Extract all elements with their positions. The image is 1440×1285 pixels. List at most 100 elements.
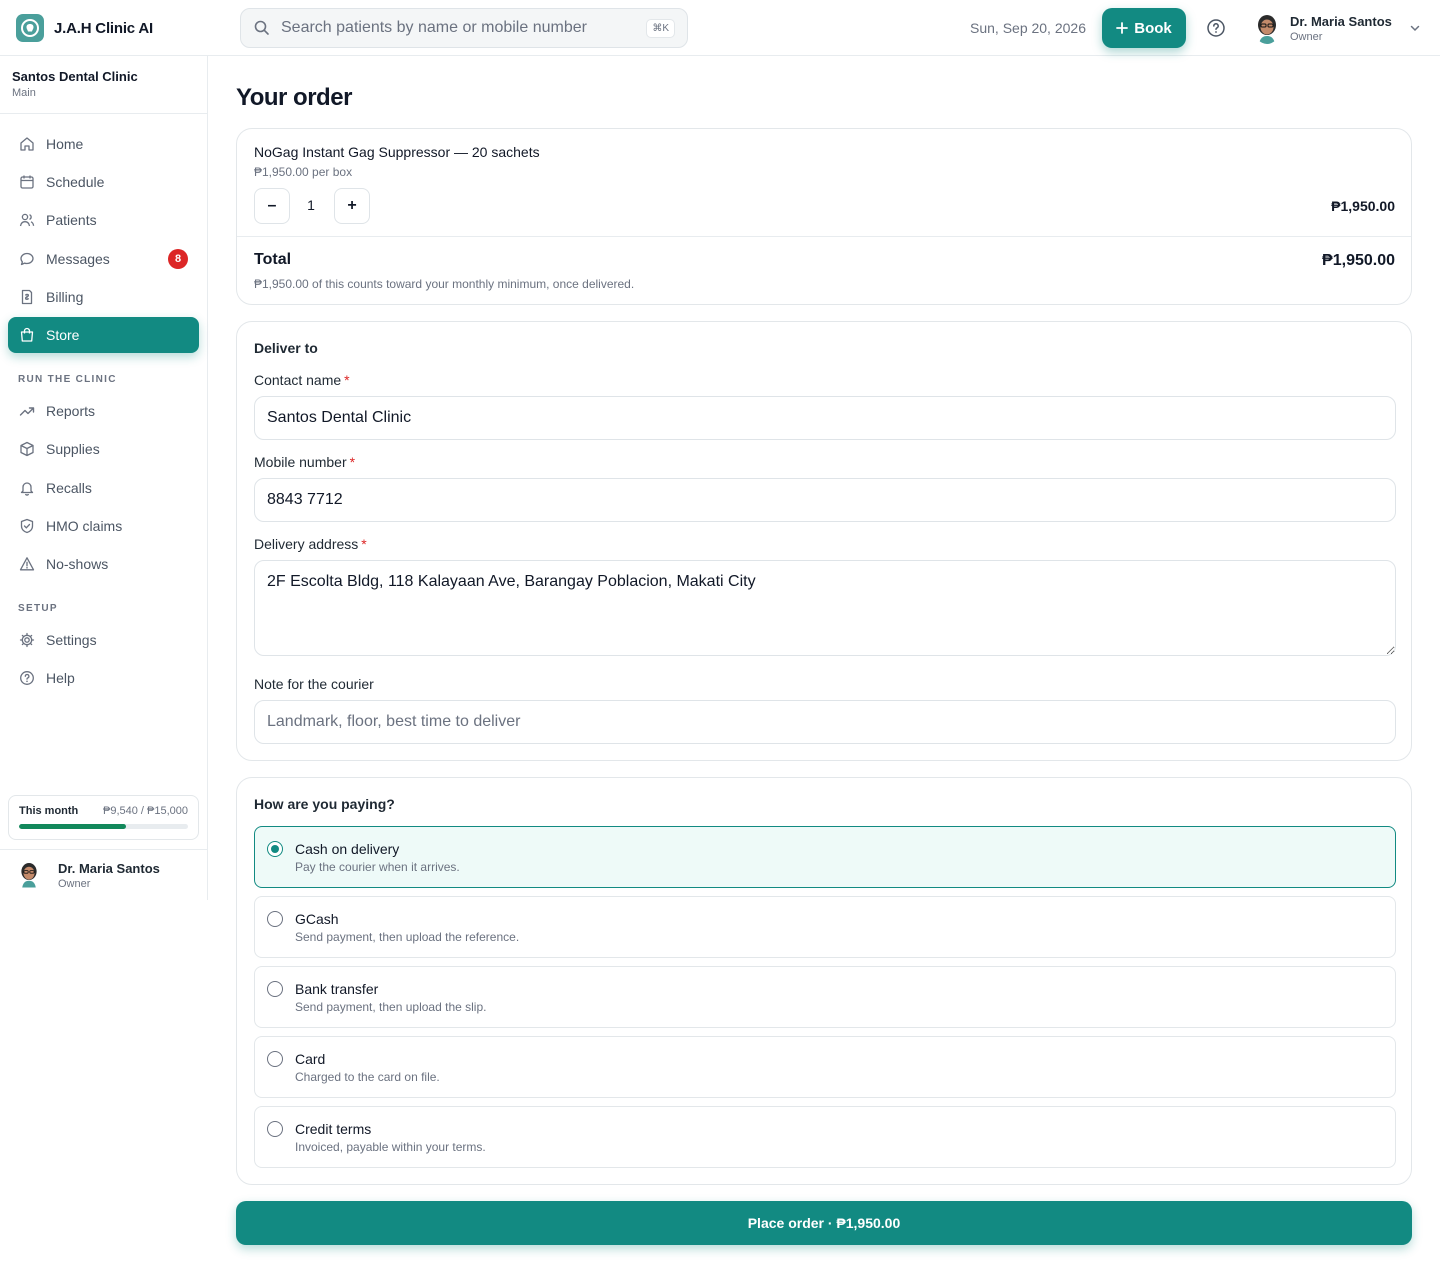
help-circle-icon[interactable] [1206, 18, 1226, 38]
option-description: Pay the courier when it arrives. [295, 860, 460, 874]
divider [237, 236, 1411, 237]
shortcut-hint: ⌘K [646, 18, 675, 38]
radio-button[interactable] [267, 841, 283, 857]
sidebar-item-label: Patients [46, 212, 97, 228]
help-circle-icon [20, 671, 34, 685]
plus-icon [1116, 22, 1129, 34]
sidebar-item-store[interactable]: Store [8, 317, 199, 353]
option-description: Send payment, then upload the slip. [295, 1000, 487, 1014]
shopping-bag-icon [20, 327, 34, 342]
payment-option-bank-transfer[interactable]: Bank transfer Send payment, then upload … [254, 966, 1396, 1028]
sidebar-item-no-shows[interactable]: No-shows [8, 546, 199, 582]
sidebar-item-reports[interactable]: Reports [8, 393, 199, 429]
sidebar-item-hmo-claims[interactable]: HMO claims [8, 508, 199, 544]
radio-button[interactable] [267, 1051, 283, 1067]
sidebar: Santos Dental Clinic Main Home Schedule … [0, 56, 208, 900]
sidebar-item-label: HMO claims [46, 518, 123, 534]
avatar [1254, 12, 1280, 44]
radio-button[interactable] [267, 1121, 283, 1137]
label-text: Contact name [254, 372, 342, 388]
payment-option-cash-on-delivery[interactable]: Cash on delivery Pay the courier when it… [254, 826, 1396, 888]
total-label: Total [254, 251, 292, 268]
monthly-minimum-card: This month ₱9,540 / ₱15,000 [8, 795, 199, 840]
sidebar-item-label: Help [46, 670, 75, 686]
decrease-quantity-button[interactable]: – [254, 188, 290, 224]
sidebar-item-patients[interactable]: Patients [8, 202, 199, 238]
home-icon [20, 137, 34, 151]
section-heading-run: RUN THE CLINIC [18, 374, 117, 385]
place-order-button[interactable]: Place order · ₱1,950.00 [236, 1201, 1412, 1245]
label-text: Delivery address [254, 536, 359, 552]
contact-name-label: Contact name * [254, 372, 350, 388]
clinic-switcher[interactable]: Santos Dental Clinic Main [0, 56, 207, 114]
user-role: Owner [1290, 30, 1323, 43]
top-bar: J.A.H Clinic AI ⌘K Sun, Sep 20, 2026 Boo… [0, 0, 1440, 56]
clinic-branch: Main [12, 87, 36, 99]
sidebar-item-label: Billing [46, 289, 84, 305]
sidebar-item-label: Store [46, 327, 80, 343]
sidebar-item-help[interactable]: Help [8, 660, 199, 696]
option-title: Bank transfer [295, 981, 379, 997]
page-title: Your order [236, 84, 352, 111]
mobile-number-label: Mobile number * [254, 454, 355, 470]
users-icon [19, 213, 35, 227]
sidebar-item-label: Supplies [46, 441, 100, 457]
search-box[interactable]: ⌘K [240, 8, 688, 48]
sidebar-item-label: Messages [46, 251, 110, 267]
chevron-down-icon [1410, 25, 1420, 32]
sidebar-nav: Home Schedule Patients Messages 8 Billin… [8, 126, 199, 746]
tooth-logo-icon [16, 14, 44, 42]
product-name: NoGag Instant Gag Suppressor — 20 sachet… [254, 144, 540, 160]
courier-note-field[interactable] [254, 700, 1396, 744]
chat-icon [20, 252, 34, 266]
gear-icon [19, 632, 35, 648]
contact-name-field[interactable] [254, 396, 1396, 440]
total-note: ₱1,950.00 of this counts toward your mon… [254, 277, 635, 291]
sidebar-item-settings[interactable]: Settings [8, 622, 199, 658]
sidebar-item-messages[interactable]: Messages 8 [8, 241, 199, 277]
app-name: J.A.H Clinic AI [54, 19, 153, 37]
brand[interactable]: J.A.H Clinic AI [16, 14, 153, 42]
required-mark: * [361, 536, 367, 552]
search-input[interactable] [281, 19, 647, 37]
sidebar-item-label: Settings [46, 632, 97, 648]
clinic-name: Santos Dental Clinic [12, 69, 138, 84]
sidebar-item-home[interactable]: Home [8, 126, 199, 162]
sidebar-item-supplies[interactable]: Supplies [8, 431, 199, 467]
payment-option-credit-terms[interactable]: Credit terms Invoiced, payable within yo… [254, 1106, 1396, 1168]
increase-quantity-button[interactable]: + [334, 188, 370, 224]
shield-check-icon [20, 518, 34, 534]
option-description: Send payment, then upload the reference. [295, 930, 520, 944]
user-menu[interactable]: Dr. Maria Santos Owner [1254, 12, 1422, 44]
option-description: Charged to the card on file. [295, 1070, 440, 1084]
month-progress-fill [19, 824, 127, 829]
month-value: ₱9,540 / ₱15,000 [102, 805, 188, 817]
sidebar-user[interactable]: Dr. Maria Santos Owner [0, 849, 207, 901]
sidebar-item-schedule[interactable]: Schedule [8, 164, 199, 200]
required-mark: * [344, 372, 350, 388]
payment-card: How are you paying? Cash on delivery Pay… [236, 777, 1412, 1185]
delivery-address-field[interactable]: 2F Escolta Bldg, 118 Kalayaan Ave, Baran… [254, 560, 1396, 656]
courier-note-label: Note for the courier [254, 676, 374, 692]
option-title: Card [295, 1051, 326, 1067]
label-text: Mobile number [254, 454, 347, 470]
search-icon [254, 20, 269, 35]
sidebar-item-billing[interactable]: Billing [8, 279, 199, 315]
payment-option-card[interactable]: Card Charged to the card on file. [254, 1036, 1396, 1098]
delivery-card: Deliver to Contact name* Mobile number* … [236, 321, 1412, 761]
radio-button[interactable] [267, 911, 283, 927]
mobile-number-field[interactable] [254, 478, 1396, 522]
trending-up-icon [19, 407, 35, 416]
required-mark: * [349, 454, 356, 470]
sidebar-item-label: Reports [46, 403, 96, 419]
month-progress-bar [19, 824, 188, 829]
delivery-address-label: Delivery address * [254, 536, 367, 552]
calendar-icon [20, 175, 34, 189]
radio-button[interactable] [267, 981, 283, 997]
line-total: ₱1,950.00 [1331, 198, 1395, 214]
sidebar-item-recalls[interactable]: Recalls [8, 470, 199, 506]
payment-option-gcash[interactable]: GCash Send payment, then upload the refe… [254, 896, 1396, 958]
book-button[interactable]: Book [1102, 8, 1186, 48]
section-title: How are you paying? [254, 796, 395, 812]
sidebar-item-label: No-shows [46, 556, 109, 572]
